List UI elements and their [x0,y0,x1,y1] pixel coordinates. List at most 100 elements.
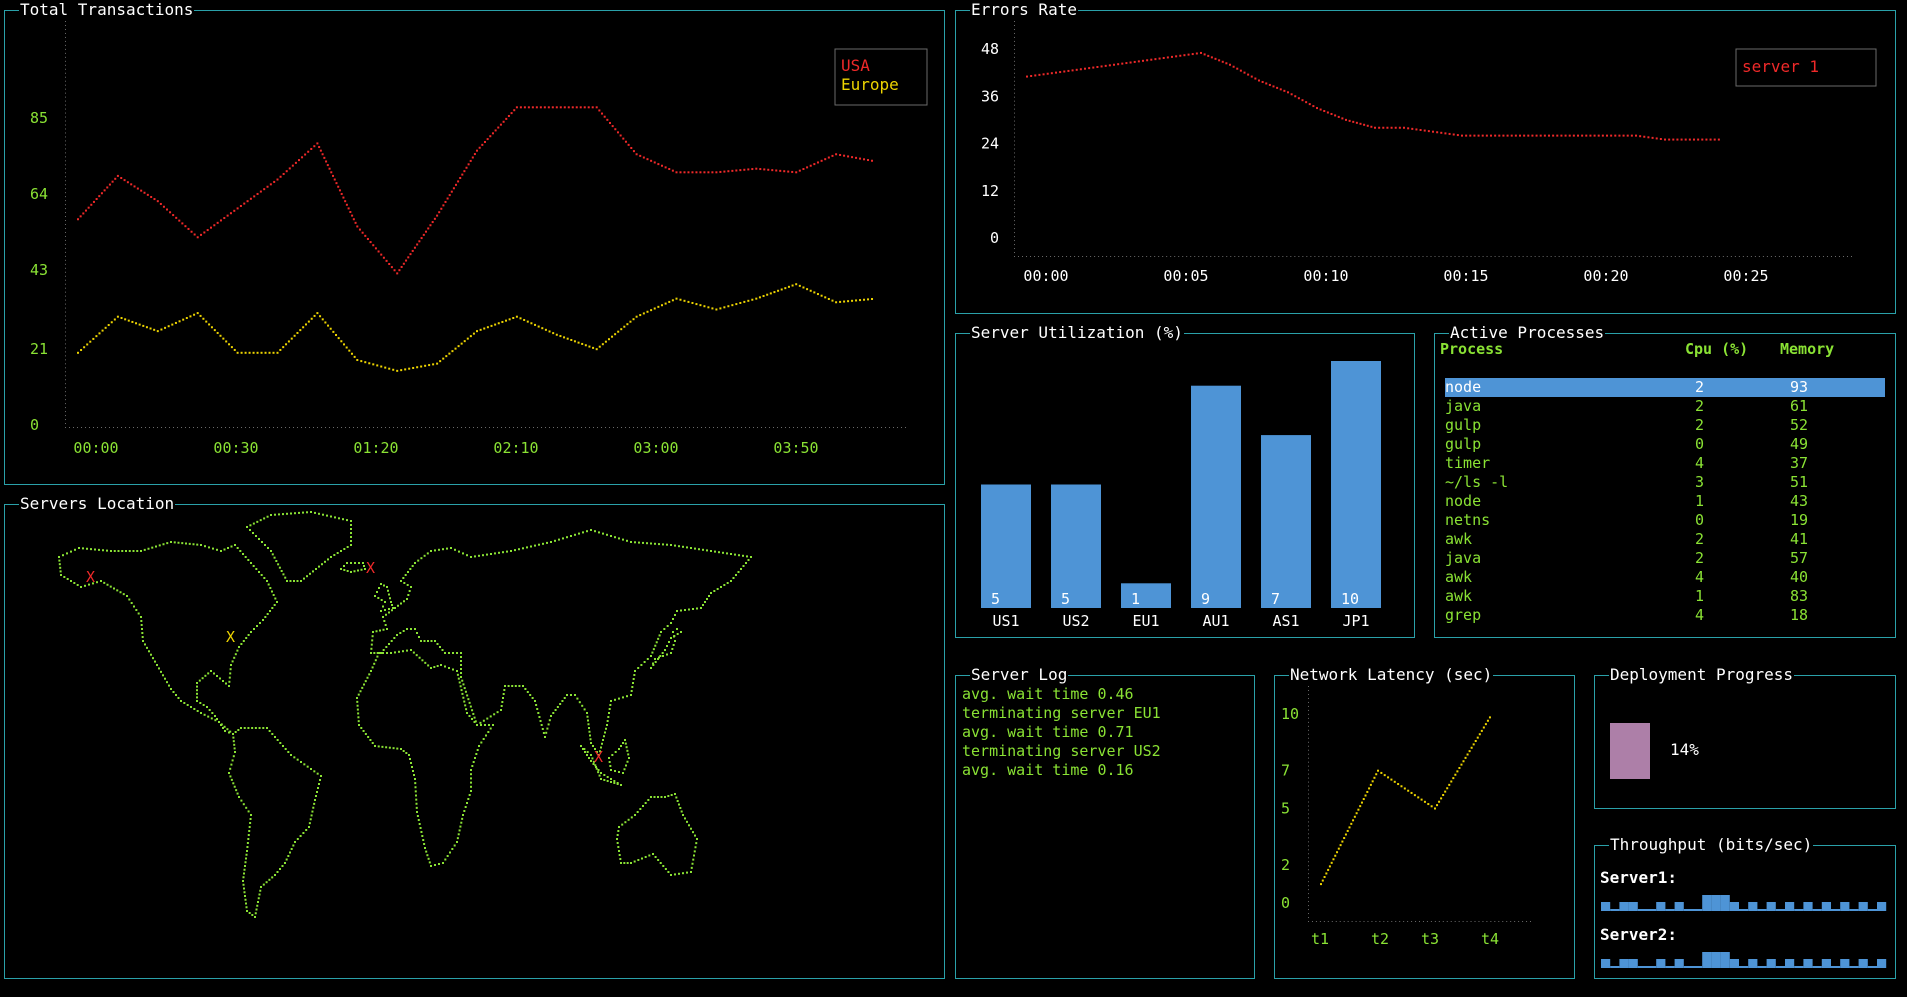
table-row[interactable]: gulp 2 52 [1445,416,1885,435]
errors-chart: 01224364800:00 00:05 00:10 00:15 00:20 00:25s… [981,21,1877,285]
line-dot [747,168,750,171]
line-dot [715,308,718,311]
table-row[interactable]: gulp 0 49 [1445,435,1885,454]
map-dot [324,560,326,563]
axis-dot [349,427,350,428]
column-header[interactable]: Cpu (%) [1685,340,1748,359]
axis-dot [1438,256,1440,257]
axis-dot [1308,805,1309,807]
line-dot [591,106,594,109]
axis-dot [1308,841,1309,843]
axis-dot [1542,256,1544,257]
table-row[interactable]: node 2 93 [1445,378,1885,397]
axis-dot [801,427,802,428]
line-dot [1446,787,1449,790]
table-row[interactable]: awk 4 40 [1445,568,1885,587]
axis-dot [377,427,378,428]
line-dot [193,233,196,236]
map-dot [198,679,201,682]
line-dot [751,168,754,171]
table-row[interactable]: java 2 61 [1445,397,1885,416]
table-row[interactable]: awk 1 83 [1445,587,1885,606]
map-dot [168,684,170,687]
axis-dot [1382,256,1384,257]
line-dot [653,161,656,164]
map-dot [556,706,559,708]
axis-dot [757,427,758,428]
map-dot [357,693,360,696]
line-dot [1474,740,1477,742]
line-dot [1478,733,1481,736]
line-dot [356,359,359,362]
line-dot [407,256,410,259]
axis-dot [65,307,66,309]
line-dot [1030,75,1033,77]
server-marker: X [226,628,235,646]
map-dot [262,727,265,729]
map-dot [82,547,84,550]
line-dot [1312,105,1315,108]
line-dot [820,294,823,297]
map-dot [306,575,308,578]
line-dot [539,106,542,109]
line-dot [246,200,249,203]
errors-rate-panel: Errors Rate 0 12 24 36 48 00:00 00:05 00:10 00:1… [955,1,1896,314]
map-dot [356,700,359,703]
line-dot [490,324,493,327]
line-dot [216,331,219,334]
axis-dot [437,427,438,428]
map-dot [492,724,494,726]
sparkline-bar [1665,966,1675,968]
line-dot [1258,79,1260,82]
line-dot [1327,868,1330,871]
axis-dot [405,427,406,428]
map-dot [686,871,688,874]
table-row[interactable]: netns 0 19 [1445,511,1885,530]
line-dot [813,291,816,294]
column-header[interactable]: Memory [1780,340,1834,359]
map-dot [732,577,735,579]
map-dot [94,548,96,551]
column-header[interactable]: Process [1440,340,1503,359]
map-dot [427,640,429,642]
map-dot [460,676,462,678]
map-dot [322,513,324,516]
line-dot [1383,774,1386,777]
map-dot [236,649,239,652]
map-dot [608,757,610,759]
line-dot [595,106,598,109]
line-dot [382,256,385,259]
map-dot [135,609,138,611]
axis-dot [565,427,566,428]
axis-dot [1298,256,1300,257]
axis-dot [65,327,66,329]
active-processes-panel[interactable]: Active Processes Process Cpu (%) Memory nod… [1434,324,1896,638]
map-dot [229,775,232,778]
sparkline-bar [1849,966,1859,968]
map-dot [558,538,560,541]
line-dot [1276,86,1279,89]
map-dot [566,694,568,696]
table-row[interactable]: java 2 57 [1445,549,1885,568]
map-dot [250,631,252,633]
panel-title: Server Log [970,665,1069,684]
line-dot [149,327,152,330]
table-row[interactable]: timer 4 37 [1445,454,1885,473]
axis-dot [1014,240,1015,242]
axis-dot [1308,749,1309,751]
map-dot [722,551,724,554]
axis-dot [65,32,66,34]
line-dot [1353,815,1356,818]
map-dot [574,533,576,536]
map-dot [406,598,408,600]
map-dot [600,772,602,774]
table-row[interactable]: awk 2 41 [1445,530,1885,549]
map-dot [388,593,390,596]
line-dot [1444,132,1447,135]
map-dot [243,887,245,890]
axis-dot [65,192,66,194]
table-row[interactable]: ~/ls -l 3 51 [1445,473,1885,492]
sparkline-bar [1628,902,1638,911]
table-row[interactable]: grep 4 18 [1445,606,1885,625]
table-row[interactable]: node 1 43 [1445,492,1885,511]
